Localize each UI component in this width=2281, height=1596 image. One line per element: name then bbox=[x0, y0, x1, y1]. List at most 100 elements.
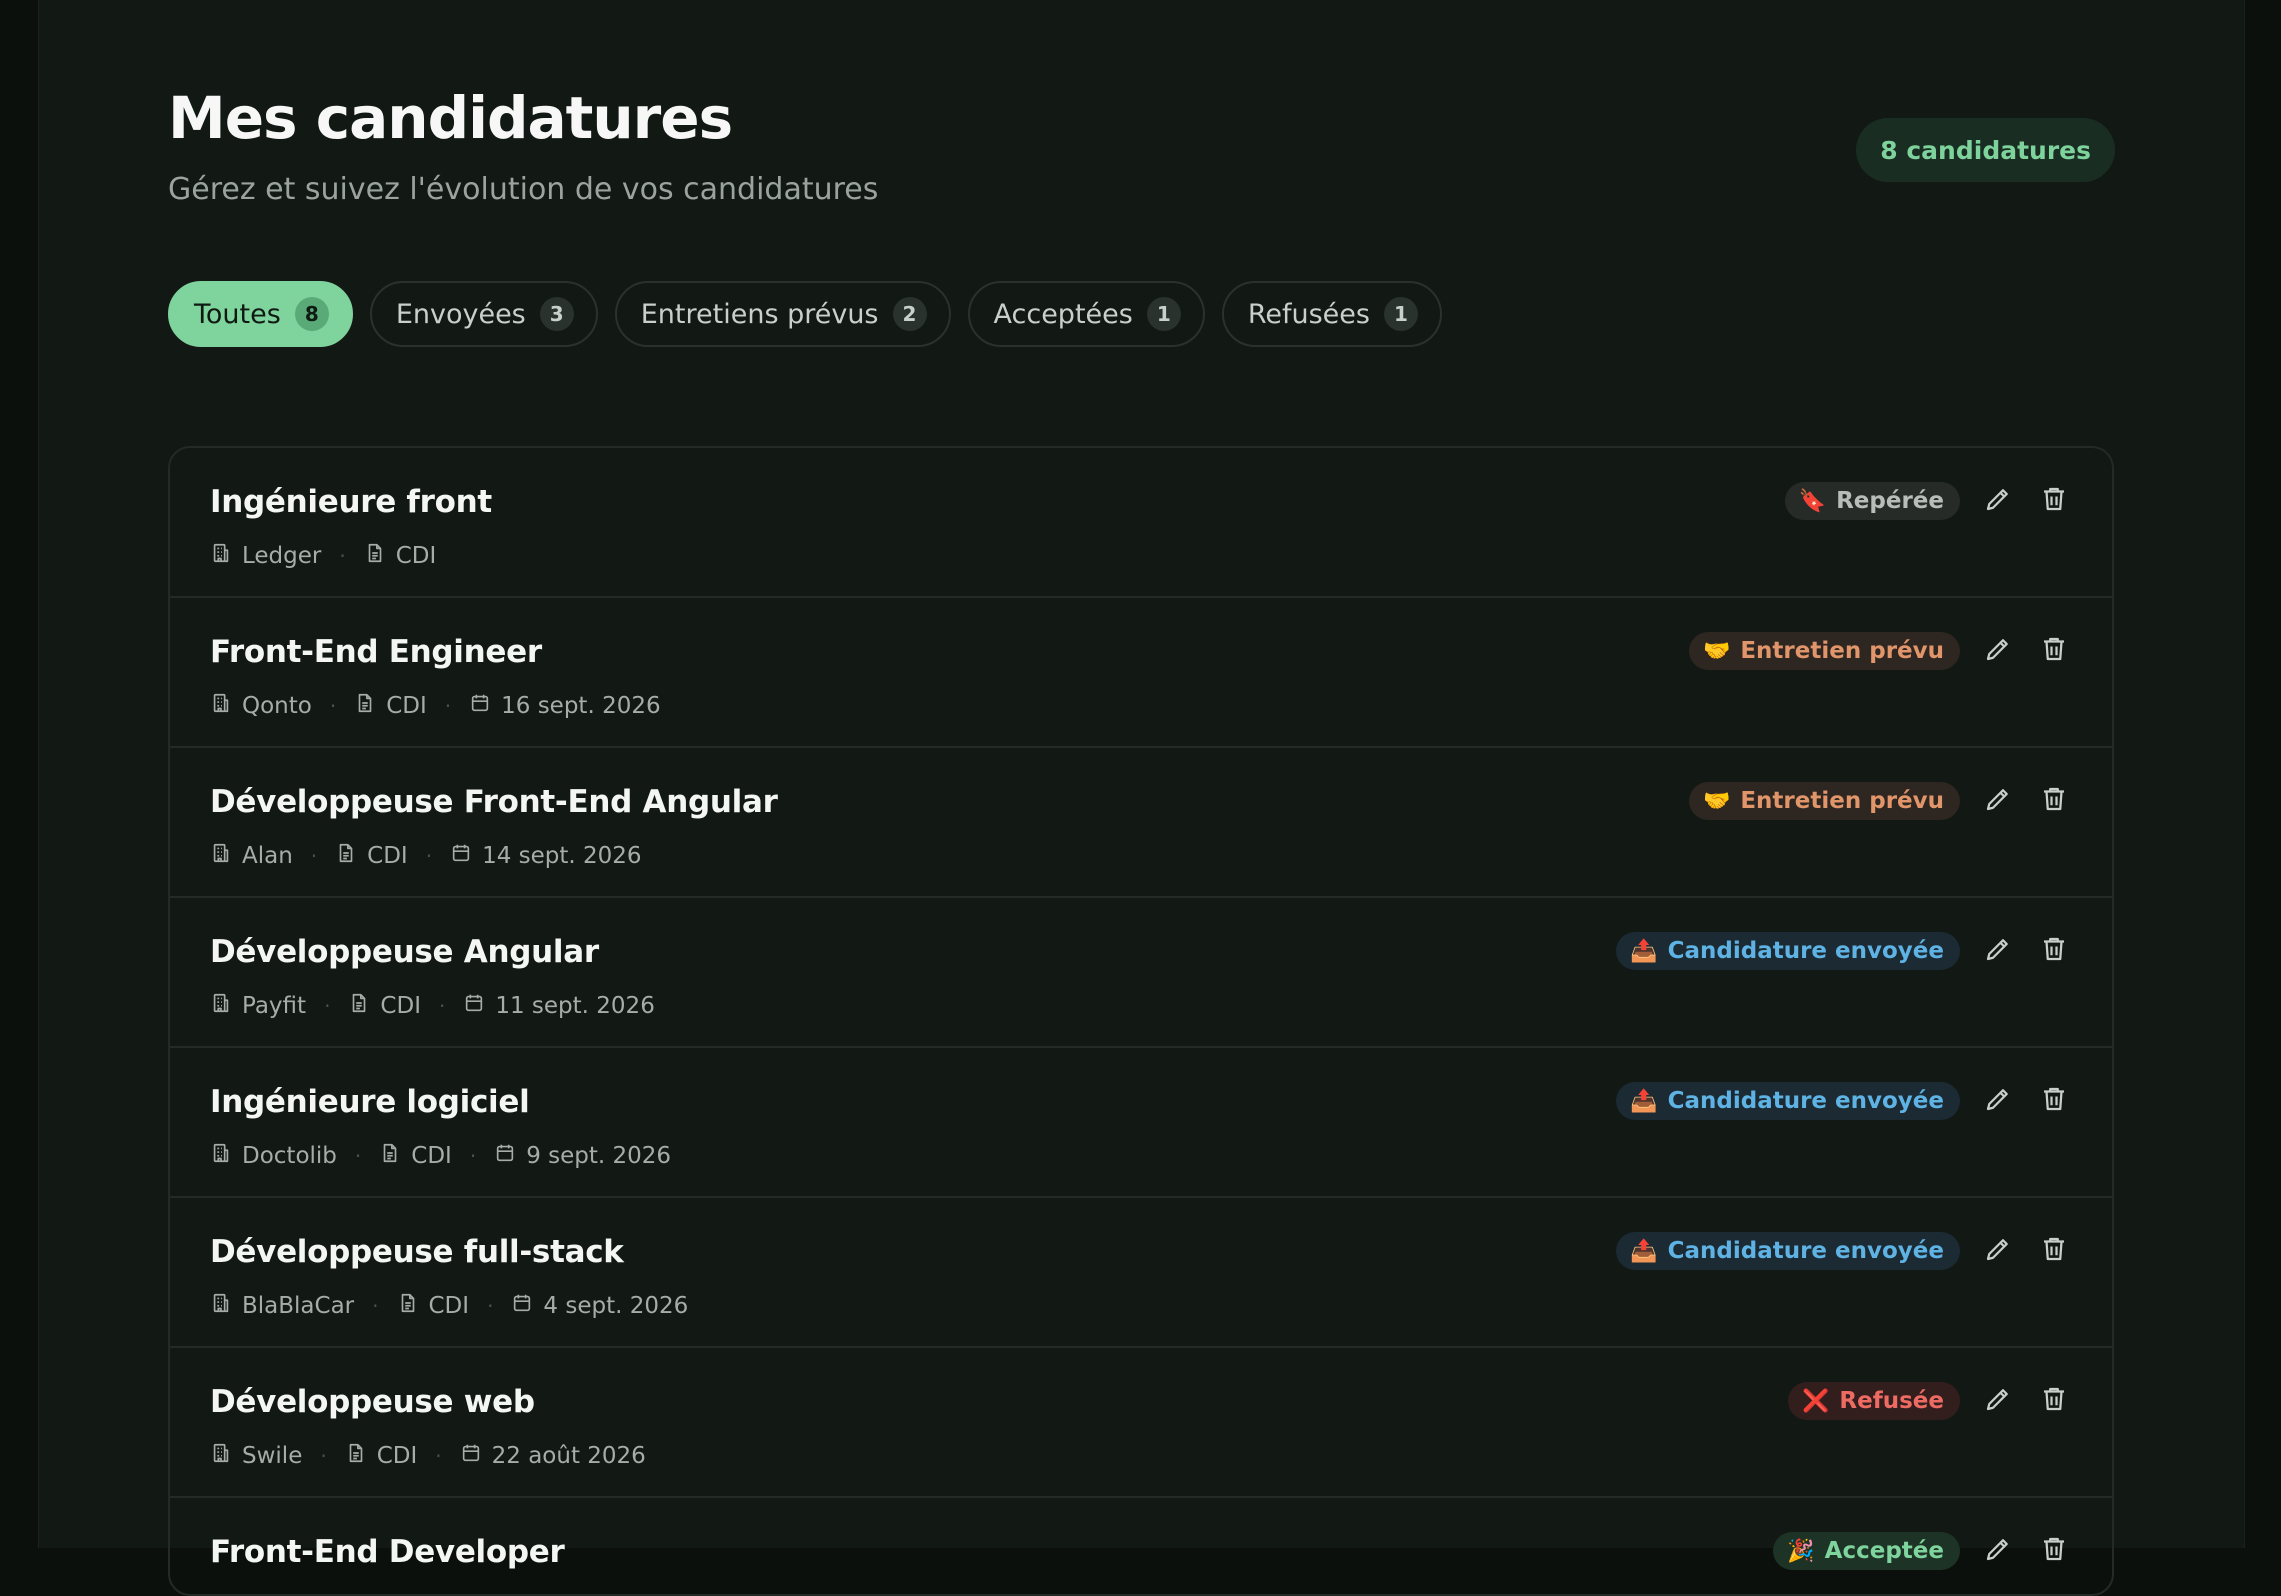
date-info: 22 août 2026 bbox=[460, 1442, 646, 1470]
tab-refusées[interactable]: Refusées 1 bbox=[1221, 281, 1442, 347]
row-actions: 📤 Candidature envoyée bbox=[1616, 1232, 2072, 1270]
date-info: 11 sept. 2026 bbox=[463, 992, 655, 1020]
delete-button[interactable] bbox=[2036, 1233, 2072, 1269]
tab-toutes[interactable]: Toutes 8 bbox=[168, 281, 353, 347]
status-label: Acceptée bbox=[1824, 1538, 1944, 1564]
status-label: Repérée bbox=[1836, 488, 1944, 514]
edit-button[interactable] bbox=[1980, 633, 2016, 669]
row-actions: ❌ Refusée bbox=[1788, 1382, 2072, 1420]
row-actions: 🎉 Acceptée bbox=[1773, 1532, 2072, 1570]
delete-button[interactable] bbox=[2036, 1083, 2072, 1119]
filter-tabs: Toutes 8 Envoyées 3 Entretiens prévus 2 Accept… bbox=[168, 281, 1442, 347]
application-row[interactable]: Développeuse web Swile · CDI · 22 août 2026 ❌ R… bbox=[170, 1348, 2112, 1498]
application-date: 14 sept. 2026 bbox=[482, 843, 642, 869]
company-info: Swile bbox=[210, 1442, 302, 1470]
calendar-icon bbox=[469, 692, 491, 720]
applications-count-badge: 8 candidatures bbox=[1856, 118, 2115, 182]
building-icon bbox=[210, 692, 232, 720]
pencil-icon bbox=[1983, 1084, 2013, 1118]
edit-button[interactable] bbox=[1980, 1383, 2016, 1419]
delete-button[interactable] bbox=[2036, 633, 2072, 669]
application-row[interactable]: Front-End Developer 🎉 Acceptée bbox=[170, 1498, 2112, 1594]
delete-button[interactable] bbox=[2036, 483, 2072, 519]
date-info: 9 sept. 2026 bbox=[494, 1142, 671, 1170]
status-emoji-icon: 🤝 bbox=[1702, 638, 1731, 664]
meta-separator: · bbox=[354, 1144, 362, 1168]
application-meta: Payfit · CDI · 11 sept. 2026 bbox=[210, 992, 655, 1020]
status-emoji-icon: 📤 bbox=[1630, 1088, 1658, 1114]
application-row[interactable]: Développeuse full-stack BlaBlaCar · CDI · 4 s… bbox=[170, 1198, 2112, 1348]
status-emoji-icon: 🤝 bbox=[1702, 788, 1731, 814]
building-icon bbox=[210, 1142, 232, 1170]
pencil-icon bbox=[1983, 484, 2013, 518]
edit-button[interactable] bbox=[1980, 783, 2016, 819]
edit-button[interactable] bbox=[1980, 483, 2016, 519]
meta-separator: · bbox=[310, 844, 318, 868]
company-info: BlaBlaCar bbox=[210, 1292, 354, 1320]
trash-icon bbox=[2039, 484, 2069, 518]
application-title: Développeuse full-stack bbox=[210, 1234, 624, 1270]
document-icon bbox=[335, 842, 357, 870]
status-badge: 🤝 Entretien prévu bbox=[1688, 782, 1960, 820]
tab-envoyées[interactable]: Envoyées 3 bbox=[369, 281, 598, 347]
tab-count: 8 bbox=[294, 297, 329, 331]
building-icon bbox=[210, 1292, 232, 1320]
edit-button[interactable] bbox=[1980, 1083, 2016, 1119]
contract-type: CDI bbox=[395, 543, 437, 569]
row-actions: 📤 Candidature envoyée bbox=[1616, 932, 2072, 970]
document-icon bbox=[348, 992, 370, 1020]
tab-entretiens-prévus[interactable]: Entretiens prévus 2 bbox=[614, 281, 951, 347]
application-title: Ingénieure front bbox=[210, 484, 492, 520]
application-row[interactable]: Ingénieure logiciel Doctolib · CDI · 9 sept. … bbox=[170, 1048, 2112, 1198]
status-badge: 🤝 Entretien prévu bbox=[1688, 632, 1960, 670]
pencil-icon bbox=[1983, 1384, 2013, 1418]
edit-button[interactable] bbox=[1980, 1233, 2016, 1269]
meta-separator: · bbox=[329, 694, 337, 718]
application-row[interactable]: Ingénieure front Ledger · CDI 🔖 Repérée bbox=[170, 448, 2112, 598]
company-name: Qonto bbox=[242, 693, 312, 719]
tab-label: Envoyées bbox=[395, 298, 526, 330]
application-date: 22 août 2026 bbox=[491, 1443, 646, 1469]
edit-button[interactable] bbox=[1980, 1533, 2016, 1569]
page-subtitle: Gérez et suivez l'évolution de vos candi… bbox=[168, 172, 879, 207]
trash-icon bbox=[2039, 1534, 2069, 1568]
application-title: Ingénieure logiciel bbox=[210, 1084, 530, 1120]
application-meta: Qonto · CDI · 16 sept. 2026 bbox=[210, 692, 661, 720]
meta-separator: · bbox=[487, 1294, 494, 1318]
applications-list: Ingénieure front Ledger · CDI 🔖 Repérée Front-… bbox=[168, 446, 2114, 1596]
edit-button[interactable] bbox=[1980, 933, 2016, 969]
calendar-icon bbox=[460, 1442, 482, 1470]
tab-acceptées[interactable]: Acceptées 1 bbox=[967, 281, 1205, 347]
tab-count: 1 bbox=[1146, 297, 1181, 331]
delete-button[interactable] bbox=[2036, 1533, 2072, 1569]
document-icon bbox=[364, 542, 386, 570]
pencil-icon bbox=[1983, 1234, 2013, 1268]
page-title: Mes candidatures bbox=[168, 84, 733, 152]
company-name: Swile bbox=[242, 1443, 303, 1469]
status-label: Entretien prévu bbox=[1740, 638, 1944, 664]
application-row[interactable]: Développeuse Front-End Angular Alan · CDI · 1… bbox=[170, 748, 2112, 898]
status-badge: 📤 Candidature envoyée bbox=[1616, 1082, 1960, 1120]
building-icon bbox=[210, 992, 232, 1020]
status-emoji-icon: 🔖 bbox=[1798, 488, 1827, 514]
tab-count: 3 bbox=[539, 297, 574, 331]
company-name: Doctolib bbox=[242, 1143, 337, 1169]
company-info: Qonto bbox=[210, 692, 312, 720]
company-info: Alan bbox=[210, 842, 293, 870]
application-row[interactable]: Front-End Engineer Qonto · CDI · 16 sept. 202… bbox=[170, 598, 2112, 748]
status-label: Candidature envoyée bbox=[1667, 1238, 1944, 1264]
contract-type: CDI bbox=[380, 993, 421, 1019]
calendar-icon bbox=[463, 992, 485, 1020]
tab-label: Refusées bbox=[1247, 298, 1370, 330]
date-info: 16 sept. 2026 bbox=[469, 692, 661, 720]
delete-button[interactable] bbox=[2036, 933, 2072, 969]
row-actions: 🤝 Entretien prévu bbox=[1688, 632, 2072, 670]
contract-type: CDI bbox=[386, 693, 427, 719]
application-row[interactable]: Développeuse Angular Payfit · CDI · 11 sept. … bbox=[170, 898, 2112, 1048]
meta-separator: · bbox=[372, 1294, 379, 1318]
document-icon bbox=[397, 1292, 419, 1320]
delete-button[interactable] bbox=[2036, 1383, 2072, 1419]
date-info: 4 sept. 2026 bbox=[511, 1292, 688, 1320]
row-actions: 🤝 Entretien prévu bbox=[1688, 782, 2072, 820]
delete-button[interactable] bbox=[2036, 783, 2072, 819]
